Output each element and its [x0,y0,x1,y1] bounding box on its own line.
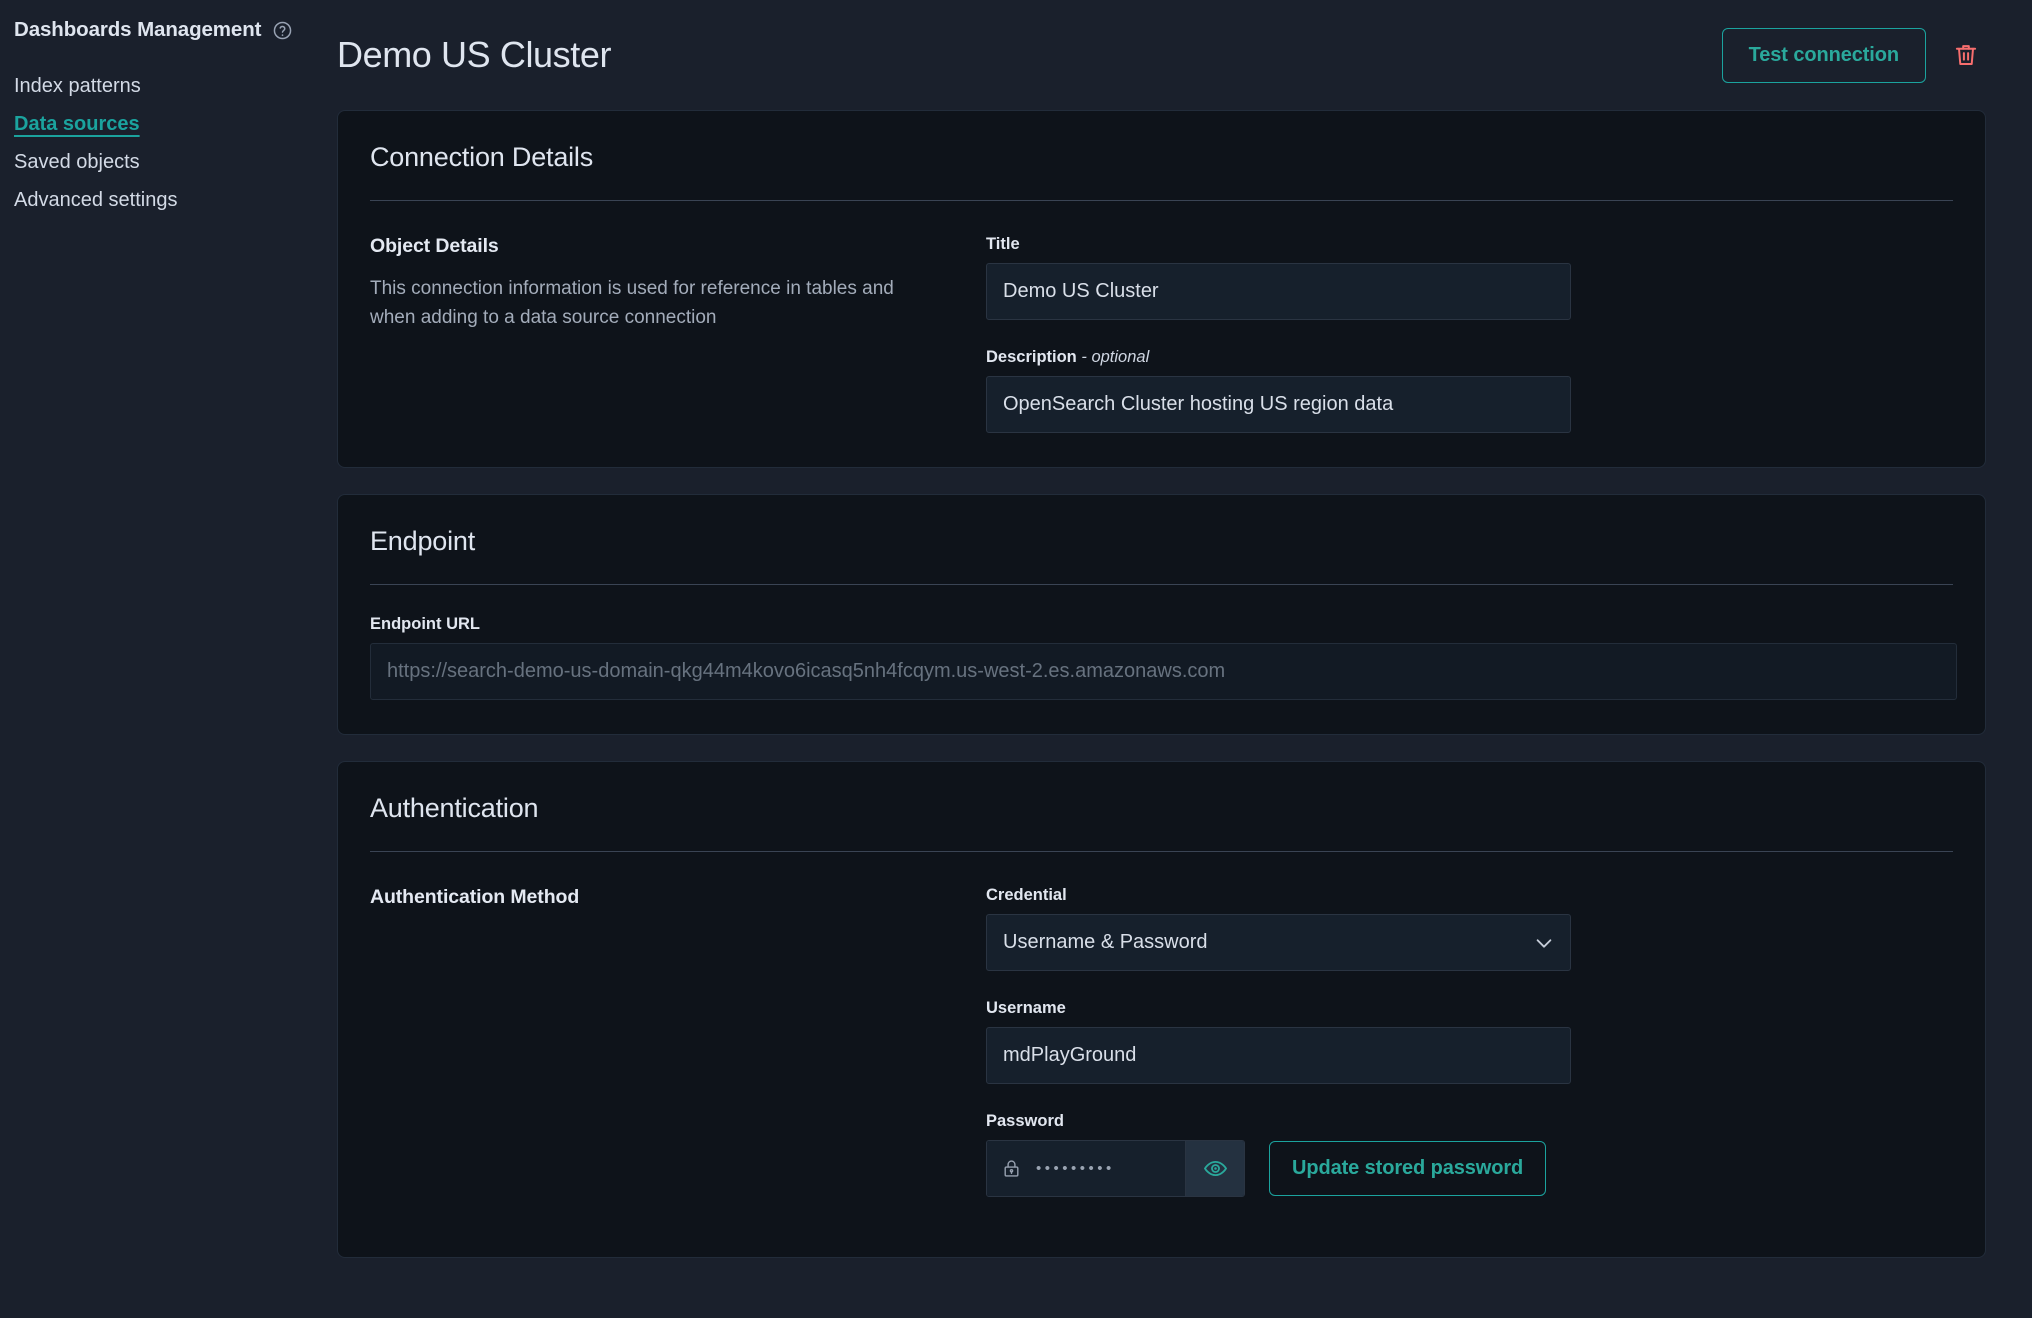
endpoint-url-input[interactable] [370,643,1957,700]
trash-icon [1955,45,1977,65]
delete-data-source-button[interactable] [1946,35,1986,75]
help-circle-icon[interactable] [272,20,293,41]
object-details-heading: Object Details [370,235,499,257]
connection-details-panel: Connection Details Object Details This c… [337,110,1986,468]
app-root: Dashboards Management Index patterns Dat… [0,0,2032,1318]
toggle-password-visibility-button[interactable] [1185,1141,1244,1196]
authentication-panel: Authentication Authentication Method Cre… [337,761,1986,1258]
sidebar-item-data-sources[interactable]: Data sources [14,106,140,144]
sidebar-header: Dashboards Management [14,18,316,42]
title-input[interactable] [986,263,1571,320]
sidebar-nav: Index patterns Data sources Saved object… [14,68,316,220]
object-details-fields-column: Title Description - optional [986,235,1957,433]
page-header: Demo US Cluster Test connection [316,0,2032,110]
authentication-title: Authentication [370,793,539,823]
description-field-group: Description - optional [986,348,1957,433]
eye-icon [1203,1160,1227,1177]
description-input[interactable] [986,376,1571,433]
lock-icon [1004,1160,1019,1177]
description-field-label: Description - optional [986,348,1957,367]
authentication-method-heading: Authentication Method [370,886,580,908]
credential-field-label: Credential [986,886,1067,904]
endpoint-panel: Endpoint Endpoint URL [337,494,1986,735]
sidebar: Dashboards Management Index patterns Dat… [0,0,316,1318]
authentication-body: Authentication Method Credential Usernam… [366,852,1957,1197]
description-label-text: Description [986,348,1077,366]
connection-details-title: Connection Details [370,142,594,172]
title-field-label: Title [986,235,1020,253]
username-input[interactable] [986,1027,1571,1084]
page-title: Demo US Cluster [337,34,612,75]
update-stored-password-button[interactable]: Update stored password [1269,1141,1547,1196]
endpoint-body: Endpoint URL [366,585,1957,700]
password-field-group: Password ••••••••• Update stored passwor… [986,1112,1957,1197]
credential-select[interactable]: Username & Password [986,914,1571,971]
object-details-description: This connection information is used for … [370,278,894,329]
endpoint-url-label: Endpoint URL [370,615,480,633]
authentication-method-column: Authentication Method [366,886,986,1197]
panels-container: Connection Details Object Details This c… [316,110,2032,1258]
password-masked-value: ••••••••• [1036,1160,1115,1177]
endpoint-title: Endpoint [370,526,475,556]
sidebar-title: Dashboards Management [14,18,262,41]
authentication-fields-column: Credential Username & Password Username [986,886,1957,1197]
main-content: Demo US Cluster Test connection Connecti… [316,0,2032,1318]
description-label-optional: - optional [1076,348,1150,366]
password-row: ••••••••• Update stored password [986,1140,1957,1197]
password-input[interactable]: ••••••••• [987,1141,1185,1196]
credential-select-wrap: Username & Password [986,914,1571,971]
test-connection-button[interactable]: Test connection [1721,27,1926,83]
password-field-label: Password [986,1112,1064,1130]
title-field-group: Title [986,235,1957,320]
connection-details-body: Object Details This connection informati… [366,201,1957,433]
username-field-label: Username [986,999,1066,1017]
object-details-description-column: Object Details This connection informati… [366,235,986,433]
sidebar-item-advanced-settings[interactable]: Advanced settings [14,182,177,220]
sidebar-item-saved-objects[interactable]: Saved objects [14,144,140,182]
username-field-group: Username [986,999,1957,1084]
sidebar-item-index-patterns[interactable]: Index patterns [14,68,141,106]
password-input-group: ••••••••• [986,1140,1245,1197]
credential-field-group: Credential Username & Password [986,886,1957,971]
